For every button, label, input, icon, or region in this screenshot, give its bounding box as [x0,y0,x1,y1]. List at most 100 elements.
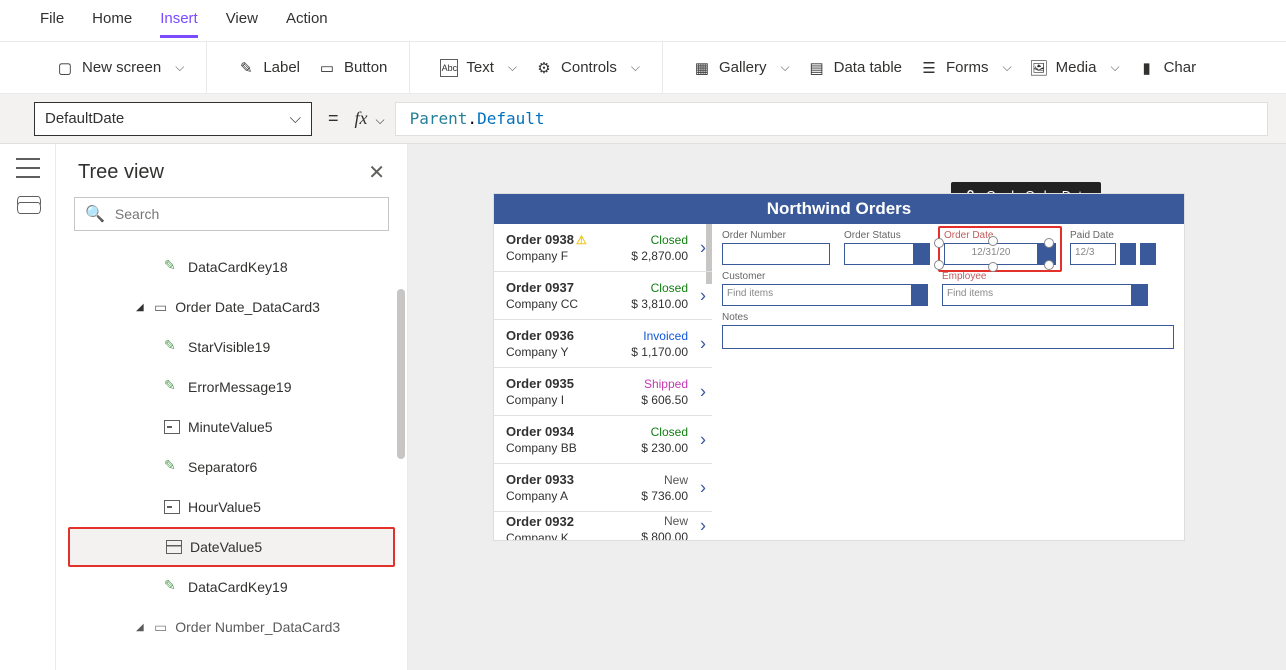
paid-date-btn1[interactable] [1120,243,1136,265]
charts-button[interactable]: ▮ Char [1132,55,1203,81]
text-button[interactable]: Abc Text [434,55,523,81]
tree-node-order-date-card[interactable]: ◢ Order Date_DataCard3 [56,287,407,327]
order-number: Order 0932 [506,514,574,529]
equals-sign: = [322,108,345,129]
gallery-icon: ▦ [693,59,711,77]
order-row[interactable]: Order 0935Company IShipped$ 606.50› [494,368,712,416]
node-label: DataCardKey18 [188,259,288,275]
order-row[interactable]: Order 0936Company YInvoiced$ 1,170.00› [494,320,712,368]
order-number: Order 0937 [506,280,578,295]
property-name: DefaultDate [45,110,124,127]
select-customer[interactable]: Find items [722,284,928,306]
order-company: Company F [506,249,587,263]
paid-date-value: 12/3 [1070,243,1116,265]
tree-node-minutevalue5[interactable]: MinuteValue5 [56,407,407,447]
chevron-down-icon [372,108,385,129]
order-row[interactable]: Order 0932Company KNew$ 800.00› [494,512,712,540]
dropdown-icon [164,500,180,514]
search-box[interactable]: 🔍 [74,197,389,231]
node-label: MinuteValue5 [188,419,273,435]
date-paid-date[interactable]: 12/3 [1070,243,1116,265]
fx-button[interactable]: fx [355,108,385,129]
node-label: HourValue5 [188,499,261,515]
gallery-label: Gallery [719,59,767,76]
node-label: Order Number_DataCard3 [175,619,340,635]
tree-view-icon[interactable] [17,196,39,214]
tree-node-starvisible19[interactable]: StarVisible19 [56,327,407,367]
tree-node-hourvalue5[interactable]: HourValue5 [56,487,407,527]
menu-insert[interactable]: Insert [160,10,198,38]
node-label: ErrorMessage19 [188,379,292,395]
caret-icon: ◢ [136,302,146,313]
order-number: Order 0938⚠ [506,232,587,247]
card-icon [154,619,167,636]
detail-form: Order Number Order Status Order Date [712,224,1184,540]
order-company: Company Y [506,345,574,359]
data-table-icon: ▤ [808,59,826,77]
menu-home[interactable]: Home [92,10,132,38]
chevron-down-icon: ⌵ [290,110,301,127]
forms-button[interactable]: ☰ Forms [914,55,1018,81]
chevron-right-icon: › [700,429,706,450]
menu-view[interactable]: View [226,10,258,38]
order-row[interactable]: Order 0938⚠Company FClosed$ 2,870.00› [494,224,712,272]
gallery-button[interactable]: ▦ Gallery [687,55,796,81]
controls-label: Controls [561,59,617,76]
formula-token-dot: . [467,109,477,128]
menu-bar: File Home Insert View Action [0,0,1286,42]
tree-node-errormessage19[interactable]: ErrorMessage19 [56,367,407,407]
paid-date-btn2[interactable] [1140,243,1156,265]
menu-action[interactable]: Action [286,10,328,38]
menu-file[interactable]: File [40,10,64,38]
search-input[interactable] [115,206,378,222]
tree-node-datacardkey18[interactable]: DataCardKey18 [56,247,407,287]
formula-input[interactable]: Parent.Default [395,102,1268,136]
date-order-date[interactable]: 12/31/20 [944,243,1056,265]
order-amount: $ 606.50 [641,393,688,407]
media-button[interactable]: 🖼 Media [1024,55,1126,81]
property-selector[interactable]: DefaultDate ⌵ [34,102,312,136]
select-employee[interactable]: Find items [942,284,1148,306]
select-order-status[interactable] [844,243,930,265]
order-status: Closed [651,425,688,439]
order-number: Order 0933 [506,472,574,487]
text-label: Text [466,59,494,76]
input-notes[interactable] [722,325,1174,349]
order-row[interactable]: Order 0933Company ANew$ 736.00› [494,464,712,512]
order-amount: $ 800.00 [641,530,688,540]
order-number: Order 0935 [506,376,574,391]
canvas[interactable]: Card : Order Date Northwind Orders Order… [408,144,1286,670]
order-status: Shipped [644,377,688,391]
tree-node-datevalue5[interactable]: DateValue5 [68,527,395,567]
tree-node-datacardkey19[interactable]: DataCardKey19 [56,567,407,607]
hamburger-button[interactable] [16,158,40,178]
button-icon: ▭ [318,59,336,77]
input-order-number[interactable] [722,243,830,265]
order-status: Closed [651,281,688,295]
warning-icon: ⚠ [576,233,587,247]
text-icon: Abc [440,59,458,77]
new-screen-button[interactable]: ▢ New screen [50,55,190,81]
caret-icon: ◢ [136,622,146,633]
close-icon[interactable]: ✕ [368,160,385,185]
button-label: Button [344,59,387,76]
search-icon: 🔍 [85,204,105,224]
node-label: Order Date_DataCard3 [175,299,320,315]
order-gallery[interactable]: Order 0938⚠Company FClosed$ 2,870.00›Ord… [494,224,712,540]
customer-placeholder: Find items [722,284,912,306]
label-paid-date: Paid Date [1070,230,1156,241]
controls-button[interactable]: ⚙ Controls [529,55,646,81]
tree-node-separator6[interactable]: Separator6 [56,447,407,487]
label-button[interactable]: ✎ Label [231,55,306,81]
tree-node-order-number-card[interactable]: ◢ Order Number_DataCard3 [56,607,407,647]
order-status: New [664,514,688,528]
controls-icon: ⚙ [535,59,553,77]
scrollbar-thumb[interactable] [397,289,405,459]
data-table-button[interactable]: ▤ Data table [802,55,908,81]
button-button[interactable]: ▭ Button [312,55,393,81]
order-number: Order 0934 [506,424,577,439]
order-company: Company I [506,393,574,407]
order-row[interactable]: Order 0934Company BBClosed$ 230.00› [494,416,712,464]
order-row[interactable]: Order 0937Company CCClosed$ 3,810.00› [494,272,712,320]
label-order-number: Order Number [722,230,830,241]
